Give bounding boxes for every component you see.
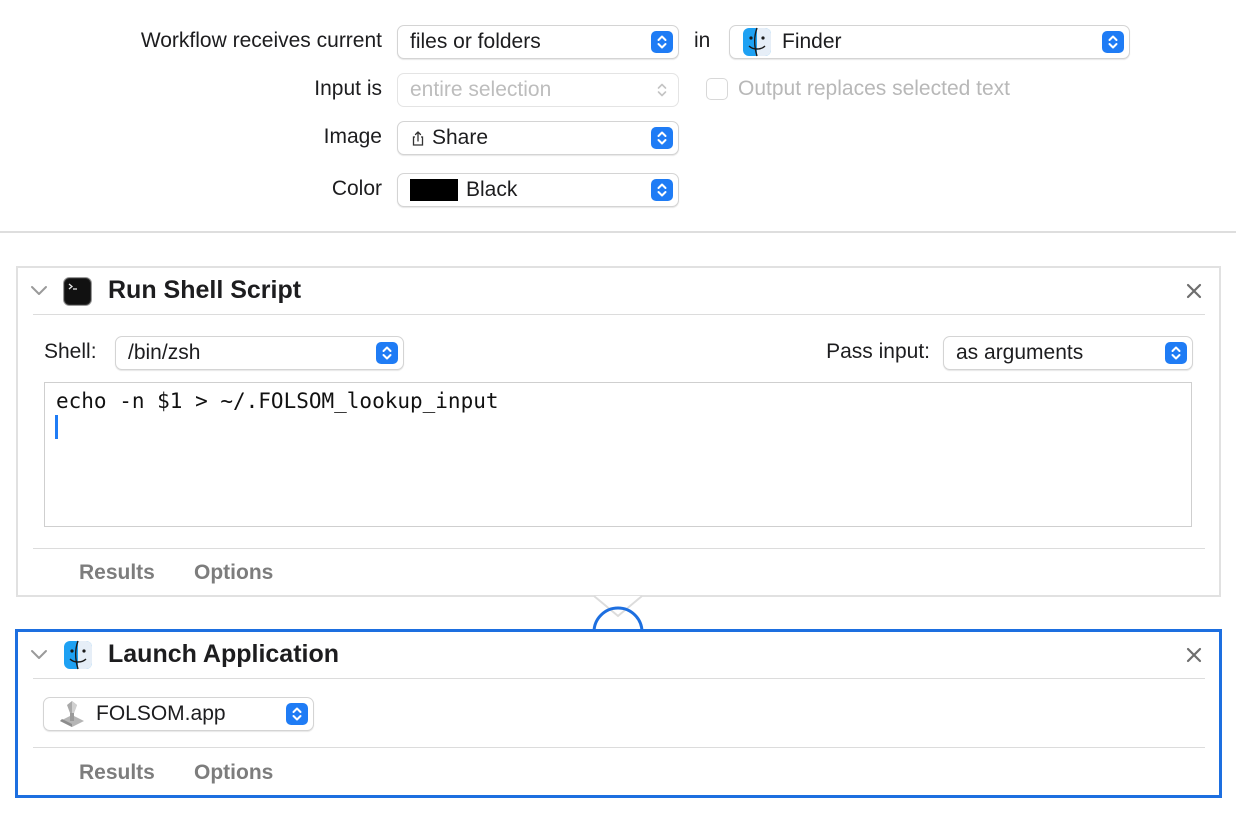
options-tab[interactable]: Options bbox=[194, 761, 273, 785]
color-popup[interactable]: Black bbox=[397, 173, 679, 207]
in-label: in bbox=[694, 29, 711, 52]
collapse-chevron-icon[interactable] bbox=[30, 285, 48, 297]
receives-type-value: files or folders bbox=[410, 30, 541, 53]
color-value: Black bbox=[466, 178, 518, 201]
header-divider bbox=[0, 231, 1236, 233]
action-footer-divider bbox=[33, 548, 1205, 549]
terminal-icon bbox=[63, 277, 92, 306]
color-label: Color bbox=[331, 177, 382, 200]
script-editor[interactable]: echo -n $1 > ~/.FOLSOM_lookup_input bbox=[44, 382, 1192, 527]
input-type-value: entire selection bbox=[410, 78, 552, 101]
output-replaces-label: Output replaces selected text bbox=[738, 77, 1010, 100]
close-icon[interactable] bbox=[1184, 645, 1204, 665]
output-replaces-checkbox[interactable] bbox=[706, 78, 728, 100]
application-chooser-popup[interactable]: FOLSOM.app bbox=[43, 697, 314, 731]
action-footer-divider bbox=[33, 747, 1205, 748]
popup-stepper-icon bbox=[1165, 342, 1187, 364]
popup-stepper-icon bbox=[376, 342, 398, 364]
share-icon bbox=[410, 129, 426, 147]
collapse-chevron-icon[interactable] bbox=[30, 649, 48, 661]
image-label: Image bbox=[323, 125, 382, 148]
run-shell-script-title: Run Shell Script bbox=[108, 276, 302, 304]
input-is-label: Input is bbox=[314, 77, 382, 100]
close-icon[interactable] bbox=[1184, 281, 1204, 301]
pass-input-label: Pass input: bbox=[826, 340, 930, 363]
pass-input-popup[interactable]: as arguments bbox=[943, 336, 1193, 370]
pass-input-value: as arguments bbox=[956, 341, 1084, 364]
popup-stepper-icon bbox=[651, 179, 673, 201]
popup-stepper-icon bbox=[651, 79, 673, 101]
application-popup[interactable]: Finder bbox=[729, 25, 1130, 59]
color-swatch bbox=[410, 179, 458, 201]
shell-popup[interactable]: /bin/zsh bbox=[115, 336, 404, 370]
application-icon bbox=[56, 699, 88, 729]
action-divider bbox=[33, 314, 1205, 315]
results-tab[interactable]: Results bbox=[79, 561, 155, 585]
application-value: Finder bbox=[782, 30, 842, 53]
finder-icon bbox=[742, 27, 772, 57]
image-value: Share bbox=[432, 126, 489, 149]
workflow-receives-label: Workflow receives current bbox=[140, 29, 382, 52]
popup-stepper-icon bbox=[651, 31, 673, 53]
shell-value: /bin/zsh bbox=[128, 341, 201, 364]
application-chooser-value: FOLSOM.app bbox=[96, 702, 226, 725]
popup-stepper-icon bbox=[651, 127, 673, 149]
action-connector bbox=[592, 595, 644, 633]
finder-icon bbox=[63, 640, 93, 670]
receives-type-popup[interactable]: files or folders bbox=[397, 25, 679, 59]
script-text: echo -n $1 > ~/.FOLSOM_lookup_input bbox=[56, 389, 499, 413]
text-caret bbox=[55, 415, 58, 439]
results-tab[interactable]: Results bbox=[79, 761, 155, 785]
shell-label: Shell: bbox=[44, 340, 97, 363]
options-tab[interactable]: Options bbox=[194, 561, 273, 585]
popup-stepper-icon bbox=[1102, 31, 1124, 53]
popup-stepper-icon bbox=[286, 703, 308, 725]
launch-application-title: Launch Application bbox=[108, 640, 340, 668]
input-type-popup[interactable]: entire selection bbox=[397, 73, 679, 107]
action-divider bbox=[33, 678, 1205, 679]
image-popup[interactable]: Share bbox=[397, 121, 679, 155]
